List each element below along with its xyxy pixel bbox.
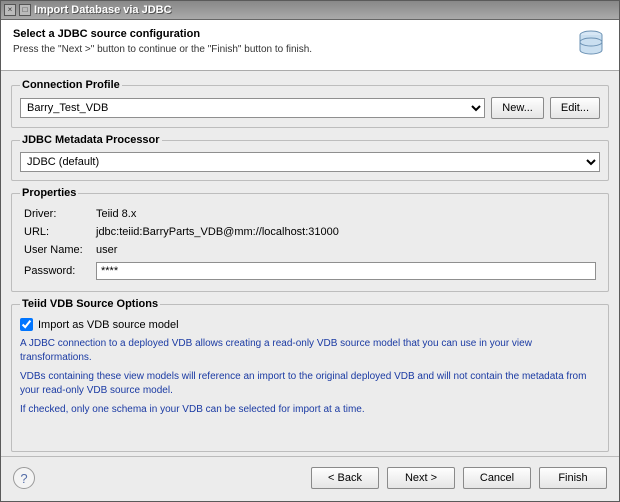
metadata-processor-group: JDBC Metadata Processor JDBC (default) [11, 134, 609, 181]
password-label: Password: [20, 259, 92, 283]
finish-button[interactable]: Finish [539, 467, 607, 489]
connection-profile-select[interactable]: Barry_Test_VDB [20, 98, 485, 118]
vdb-info-3: If checked, only one schema in your VDB … [20, 403, 600, 417]
properties-group: Properties Driver: Teiid 8.x URL: jdbc:t… [11, 187, 609, 292]
username-label: User Name: [20, 241, 92, 259]
vdb-info-2: VDBs containing these view models will r… [20, 370, 600, 397]
wizard-footer: ? < Back Next > Cancel Finish [1, 456, 619, 501]
banner-heading: Select a JDBC source configuration [13, 28, 312, 40]
import-as-vdb-label: Import as VDB source model [38, 319, 179, 331]
cancel-button[interactable]: Cancel [463, 467, 531, 489]
connection-profile-group: Connection Profile Barry_Test_VDB New...… [11, 79, 609, 128]
back-button[interactable]: < Back [311, 467, 379, 489]
edit-profile-button[interactable]: Edit... [550, 97, 600, 119]
help-icon[interactable]: ? [13, 467, 35, 489]
dialog-window: × □ Import Database via JDBC Select a JD… [0, 0, 620, 502]
url-label: URL: [20, 223, 92, 241]
driver-value: Teiid 8.x [92, 205, 600, 223]
titlebar: × □ Import Database via JDBC [1, 1, 619, 20]
database-icon [575, 28, 607, 60]
properties-legend: Properties [20, 187, 78, 199]
new-profile-button[interactable]: New... [491, 97, 544, 119]
username-value: user [92, 241, 600, 259]
import-as-vdb-checkbox[interactable] [20, 318, 33, 331]
password-field[interactable]: **** [96, 262, 596, 280]
window-menu-icon[interactable]: □ [19, 4, 31, 16]
wizard-banner: Select a JDBC source configuration Press… [1, 20, 619, 71]
vdb-options-legend: Teiid VDB Source Options [20, 298, 160, 310]
driver-label: Driver: [20, 205, 92, 223]
connection-profile-legend: Connection Profile [20, 79, 122, 91]
metadata-processor-legend: JDBC Metadata Processor [20, 134, 162, 146]
vdb-info-1: A JDBC connection to a deployed VDB allo… [20, 337, 600, 364]
next-button[interactable]: Next > [387, 467, 455, 489]
window-close-icon[interactable]: × [4, 4, 16, 16]
url-value: jdbc:teiid:BarryParts_VDB@mm://localhost… [92, 223, 600, 241]
metadata-processor-select[interactable]: JDBC (default) [20, 152, 600, 172]
vdb-options-group: Teiid VDB Source Options Import as VDB s… [11, 298, 609, 452]
wizard-content: Connection Profile Barry_Test_VDB New...… [1, 71, 619, 456]
banner-subtext: Press the "Next >" button to continue or… [13, 44, 312, 55]
window-title: Import Database via JDBC [34, 4, 172, 16]
